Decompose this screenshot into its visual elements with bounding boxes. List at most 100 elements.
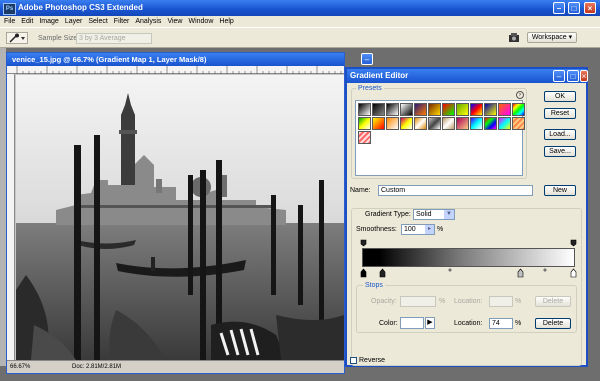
reverse-label: Reverse <box>359 357 386 364</box>
color-picker-arrow-icon[interactable]: ▶ <box>425 317 435 329</box>
color-location-field[interactable]: 74 <box>489 318 513 329</box>
menu-analysis[interactable]: Analysis <box>135 18 161 25</box>
menu-layer[interactable]: Layer <box>65 18 83 25</box>
opacity-location-field <box>489 296 513 307</box>
document-size-info: Doc: 2.81M/2.81M <box>72 364 122 370</box>
opacity-stop-right <box>570 239 577 247</box>
workspace-button[interactable]: Workspace ▾ <box>527 32 577 43</box>
preset-swatch[interactable] <box>414 103 427 116</box>
opacity-delete-button: Delete <box>535 296 571 307</box>
photoshop-logo-icon: Ps <box>3 3 16 15</box>
menu-filter[interactable]: Filter <box>114 18 130 25</box>
menu-image[interactable]: Image <box>39 18 58 25</box>
preset-swatch[interactable] <box>358 131 371 144</box>
preset-swatch[interactable] <box>386 103 399 116</box>
preset-swatch[interactable] <box>357 102 372 117</box>
gradient-name-field[interactable]: Custom <box>378 185 533 196</box>
app-title: Adobe Photoshop CS3 Extended <box>18 3 143 12</box>
preset-swatch[interactable] <box>470 117 483 130</box>
app-title-bar: Ps Adobe Photoshop CS3 Extended – □ × <box>0 0 600 16</box>
preset-swatch[interactable] <box>512 103 525 116</box>
preset-swatch[interactable] <box>498 103 511 116</box>
dialog-maximize-icon[interactable]: □ <box>567 70 579 82</box>
document-window: venice_15.jpg @ 66.7% (Gradient Map 1, L… <box>6 52 373 374</box>
vertical-ruler[interactable] <box>7 74 15 360</box>
minimize-icon[interactable]: – <box>553 2 565 14</box>
horizontal-ruler[interactable] <box>7 66 344 74</box>
preset-swatch[interactable] <box>498 117 511 130</box>
ok-button[interactable]: OK <box>544 91 576 102</box>
dialog-close-icon[interactable]: × <box>580 70 588 82</box>
smoothness-value: 100 <box>404 226 416 233</box>
color-delete-button[interactable]: Delete <box>535 318 571 329</box>
stop-color-swatch[interactable] <box>400 317 424 329</box>
preset-swatch-grid <box>355 100 525 176</box>
zoom-level[interactable]: 66.67% <box>10 361 30 373</box>
menu-select[interactable]: Select <box>88 18 107 25</box>
opacity-stops-row[interactable] <box>360 239 577 247</box>
flyout-arrow-icon[interactable]: › <box>516 91 524 99</box>
menu-bar: File Edit Image Layer Select Filter Anal… <box>0 16 600 27</box>
stops-label: Stops <box>363 281 385 290</box>
gradient-type-select[interactable]: Solid ▼ <box>413 209 455 220</box>
dialog-title-bar[interactable]: Gradient Editor <box>347 69 586 83</box>
preset-swatch[interactable] <box>512 117 525 130</box>
new-button[interactable]: New <box>544 185 576 196</box>
preset-swatch[interactable] <box>372 117 385 130</box>
opacity-percent: % <box>439 298 446 305</box>
smoothness-field[interactable]: 100 ▸ <box>401 224 435 235</box>
document-title-bar[interactable]: venice_15.jpg @ 66.7% (Gradient Map 1, L… <box>7 53 344 66</box>
presets-label: Presets <box>356 84 384 93</box>
stepper-arrow-icon[interactable]: ▸ <box>425 225 434 234</box>
gradient-type-value: Solid <box>416 211 432 218</box>
preset-swatch[interactable] <box>470 103 483 116</box>
preset-swatch[interactable] <box>456 103 469 116</box>
sample-size-label: Sample Size: <box>38 35 80 42</box>
preset-swatch[interactable] <box>428 103 441 116</box>
save-button[interactable]: Save... <box>544 146 576 157</box>
preset-swatch[interactable] <box>456 117 469 130</box>
document-title: venice_15.jpg @ 66.7% (Gradient Map 1, L… <box>12 55 207 64</box>
palette-well-icon[interactable] <box>508 32 522 43</box>
opacity-location-label: Location: <box>454 298 483 305</box>
dropdown-arrow-icon[interactable]: ▼ <box>444 210 454 219</box>
dialog-minimize-icon[interactable]: – <box>553 70 565 82</box>
color-label: Color: <box>379 320 398 327</box>
preset-swatch[interactable] <box>484 117 497 130</box>
reset-button[interactable]: Reset <box>544 108 576 119</box>
preset-swatch[interactable] <box>442 117 455 130</box>
load-button[interactable]: Load... <box>544 129 576 140</box>
preset-swatch[interactable] <box>484 103 497 116</box>
preset-swatch[interactable] <box>386 117 399 130</box>
dialog-title: Gradient Editor <box>350 71 409 80</box>
opacity-label: Opacity: <box>371 298 397 305</box>
color-location-label: Location: <box>454 320 483 327</box>
preset-swatch[interactable] <box>442 103 455 116</box>
options-bar: Sample Size: 3 by 3 Average Workspace ▾ <box>0 27 600 48</box>
menu-window[interactable]: Window <box>188 18 213 25</box>
tool-preset-picker[interactable] <box>6 32 28 44</box>
sample-size-select[interactable]: 3 by 3 Average <box>76 33 152 44</box>
menu-file[interactable]: File <box>4 18 15 25</box>
eyedropper-icon <box>9 33 25 43</box>
menu-help[interactable]: Help <box>219 18 233 25</box>
opacity-stop-left <box>360 239 367 247</box>
image-canvas[interactable] <box>16 75 344 360</box>
gradient-preview-bar[interactable] <box>362 248 575 267</box>
color-stops-row[interactable] <box>360 266 577 278</box>
doc-minimize-icon[interactable]: – <box>361 53 373 65</box>
close-icon[interactable]: × <box>584 2 596 14</box>
color-location-percent: % <box>515 320 522 327</box>
preset-swatch[interactable] <box>414 117 427 130</box>
venice-photo <box>16 75 344 360</box>
preset-swatch[interactable] <box>358 117 371 130</box>
preset-swatch[interactable] <box>400 117 413 130</box>
reverse-checkbox[interactable] <box>350 357 357 364</box>
maximize-icon[interactable]: □ <box>568 2 580 14</box>
preset-swatch[interactable] <box>400 103 413 116</box>
menu-view[interactable]: View <box>167 18 182 25</box>
ruler-ticks <box>16 66 342 74</box>
preset-swatch[interactable] <box>372 103 385 116</box>
preset-swatch[interactable] <box>428 117 441 130</box>
menu-edit[interactable]: Edit <box>21 18 33 25</box>
